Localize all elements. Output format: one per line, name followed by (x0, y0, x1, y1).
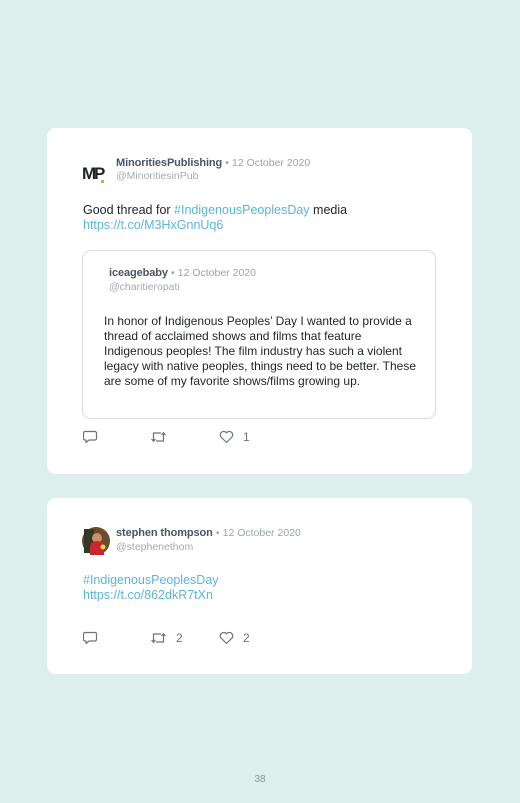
quoted-handle[interactable]: @charitieropati (109, 281, 180, 293)
retweet-icon (151, 632, 166, 644)
quoted-date: 12 October 2020 (177, 267, 256, 279)
tweet-card: M P MinoritiesPublishing • 12 October 20… (47, 128, 472, 474)
page-number: 38 (254, 774, 266, 785)
like-count: 2 (243, 631, 250, 645)
tweet-text-prefix: Good thread for (83, 203, 175, 217)
handle[interactable]: @MinoritiesinPub (116, 170, 198, 182)
hashtag-link[interactable]: #IndigenousPeoplesDay (174, 203, 310, 217)
quoted-text: In honor of Indigenous Peoples’ Day I wa… (104, 314, 416, 388)
quoted-author-line: iceagebaby • 12 October 2020 (109, 267, 256, 279)
like-button[interactable]: 1 (219, 430, 250, 444)
retweet-count: 2 (176, 631, 183, 645)
like-icon (219, 430, 234, 444)
tweet-date[interactable]: 12 October 2020 (232, 157, 310, 169)
separator: • (215, 527, 220, 539)
tweet-text: Good thread for #IndigenousPeoplesDay me… (83, 203, 347, 218)
reply-icon (83, 430, 98, 444)
hashtag-link[interactable]: #IndigenousPeoplesDay (83, 573, 219, 588)
retweet-button[interactable]: 2 (150, 631, 183, 645)
reply-button[interactable] (83, 631, 107, 645)
avatar[interactable] (82, 527, 110, 555)
handle[interactable]: @stephenethom (116, 541, 193, 553)
retweet-icon (151, 431, 166, 443)
quoted-display-name[interactable]: iceagebaby (109, 267, 168, 279)
author-line: stephen thompson • 12 October 2020 (116, 527, 301, 539)
profile-photo (82, 527, 110, 555)
url-link[interactable]: https://t.co/862dkR7tXn (83, 588, 213, 603)
display-name[interactable]: MinoritiesPublishing (116, 157, 222, 169)
separator: • (170, 267, 175, 279)
tweet-card: stephen thompson • 12 October 2020 @step… (47, 498, 472, 674)
url-link[interactable]: https://t.co/M3HxGnnUq6 (83, 218, 223, 233)
retweet-button[interactable] (150, 430, 176, 444)
like-icon (219, 631, 234, 645)
like-count: 1 (243, 430, 250, 444)
author-line: MinoritiesPublishing • 12 October 2020 (116, 157, 310, 169)
display-name[interactable]: stephen thompson (116, 527, 213, 539)
tweet-date[interactable]: 12 October 2020 (223, 527, 301, 539)
avatar[interactable]: M P (82, 159, 110, 187)
reply-icon (83, 631, 98, 645)
reply-button[interactable] (83, 430, 107, 444)
like-button[interactable]: 2 (219, 631, 250, 645)
separator: • (225, 157, 229, 169)
quoted-tweet[interactable]: iceagebaby • 12 October 2020 @charitiero… (82, 250, 436, 419)
minorities-publishing-logo: M P (82, 164, 105, 183)
tweet-text-suffix: media (309, 203, 348, 217)
